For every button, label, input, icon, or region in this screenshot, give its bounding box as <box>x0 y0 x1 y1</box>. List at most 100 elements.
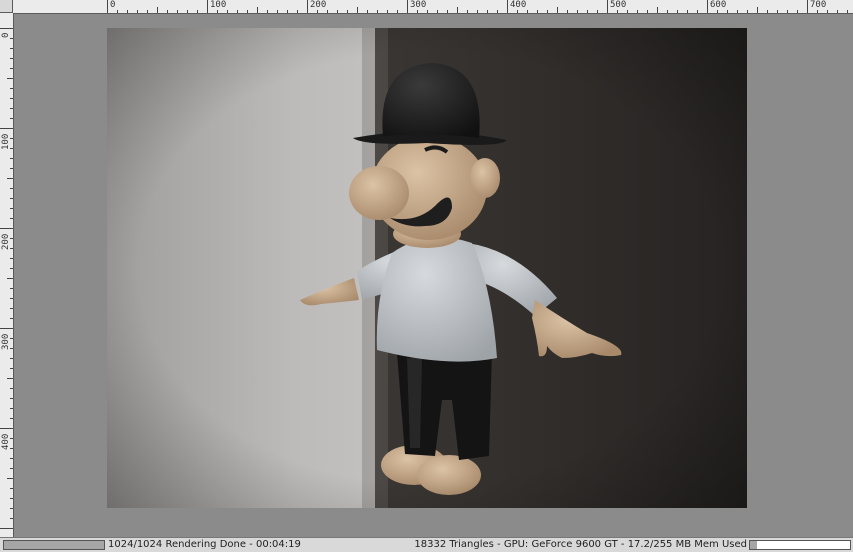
ruler-label: 700 <box>810 0 827 10</box>
ruler-tick <box>10 38 13 39</box>
ruler-tick <box>587 10 588 13</box>
ruler-tick <box>637 10 638 13</box>
ruler-tick <box>10 258 13 259</box>
ruler-tick <box>757 7 758 13</box>
ruler-tick <box>7 78 13 79</box>
ruler-tick <box>287 10 288 13</box>
ruler-tick <box>217 10 218 13</box>
ruler-tick <box>10 458 13 459</box>
ruler-tick <box>397 10 398 13</box>
ruler-tick <box>647 10 648 13</box>
ruler-label: 100 <box>210 0 227 10</box>
ruler-tick <box>10 308 13 309</box>
ruler-tick <box>10 468 13 469</box>
ruler-tick <box>0 228 13 229</box>
ruler-tick <box>417 10 418 13</box>
ruler-tick <box>447 10 448 13</box>
ruler-tick <box>797 10 798 13</box>
ruler-tick <box>777 10 778 13</box>
ruler-tick <box>7 278 13 279</box>
ruler-label: 0 <box>1 32 11 38</box>
ruler-tick <box>807 0 808 13</box>
ruler-tick <box>597 10 598 13</box>
ruler-tick <box>297 10 298 13</box>
ruler-tick <box>487 10 488 13</box>
ruler-tick <box>787 10 788 13</box>
ruler-tick <box>10 298 13 299</box>
ruler-tick <box>10 488 13 489</box>
ruler-label: 300 <box>410 0 427 10</box>
ruler-tick <box>627 10 628 13</box>
ruler-tick <box>737 10 738 13</box>
ruler-tick <box>537 10 538 13</box>
ruler-tick <box>837 10 838 13</box>
memory-usage-bar <box>749 540 851 550</box>
status-bar: 1024/1024 Rendering Done - 00:04:19 1833… <box>0 537 853 552</box>
ruler-label: 400 <box>510 0 527 10</box>
ruler-tick <box>247 10 248 13</box>
ruler-tick <box>307 0 308 13</box>
ruler-tick <box>407 0 408 13</box>
ruler-tick <box>727 10 728 13</box>
ruler-tick <box>0 428 13 429</box>
ruler-tick <box>10 358 13 359</box>
render-progress-fill <box>4 541 104 549</box>
ruler-tick <box>10 318 13 319</box>
ruler-label: 500 <box>610 0 627 10</box>
ruler-tick <box>167 10 168 13</box>
ruler-tick <box>747 10 748 13</box>
ruler-tick <box>7 378 13 379</box>
horizontal-ruler: 0 100 200 300 400 500 600 700 <box>0 0 853 14</box>
rendered-image <box>107 28 747 508</box>
ruler-tick <box>577 10 578 13</box>
ruler-tick <box>10 208 13 209</box>
ruler-tick <box>10 218 13 219</box>
ruler-tick <box>697 10 698 13</box>
render-viewport[interactable] <box>107 28 747 508</box>
ruler-tick <box>10 58 13 59</box>
ruler-label: 300 <box>1 333 11 350</box>
ruler-label: 0 <box>110 0 116 10</box>
ruler-label: 600 <box>710 0 727 10</box>
ruler-tick <box>0 128 13 129</box>
ruler-tick <box>127 10 128 13</box>
ruler-tick <box>657 7 658 13</box>
ruler-label: 200 <box>1 233 11 250</box>
ruler-tick <box>387 10 388 13</box>
ruler-tick <box>557 7 558 13</box>
ruler-tick <box>207 0 208 13</box>
ruler-tick <box>717 10 718 13</box>
ruler-tick <box>10 158 13 159</box>
ruler-tick <box>317 10 318 13</box>
ruler-tick <box>157 7 158 13</box>
ruler-tick <box>277 10 278 13</box>
ruler-tick <box>7 178 13 179</box>
ruler-tick <box>477 10 478 13</box>
ruler-tick <box>257 7 258 13</box>
ruler-tick <box>817 10 818 13</box>
ruler-tick <box>687 10 688 13</box>
ruler-tick <box>227 10 228 13</box>
ruler-tick <box>367 10 368 13</box>
render-progress-bar <box>3 540 105 550</box>
ruler-tick <box>507 0 508 13</box>
ruler-tick <box>357 7 358 13</box>
ruler-label: 200 <box>310 0 327 10</box>
ruler-tick <box>427 10 428 13</box>
ruler-tick <box>0 28 13 29</box>
ruler-label: 400 <box>1 433 11 450</box>
ruler-tick <box>0 528 13 529</box>
ruler-tick <box>10 98 13 99</box>
ruler-tick <box>607 0 608 13</box>
ruler-tick <box>667 10 668 13</box>
ruler-tick <box>10 518 13 519</box>
ruler-tick <box>10 118 13 119</box>
ruler-tick <box>377 10 378 13</box>
ruler-tick <box>10 388 13 389</box>
ruler-tick <box>467 10 468 13</box>
ruler-tick <box>10 188 13 189</box>
vertical-ruler: 0 100 200 300 400 <box>0 13 14 537</box>
ruler-tick <box>547 10 548 13</box>
ruler-tick <box>347 10 348 13</box>
ruler-tick <box>527 10 528 13</box>
